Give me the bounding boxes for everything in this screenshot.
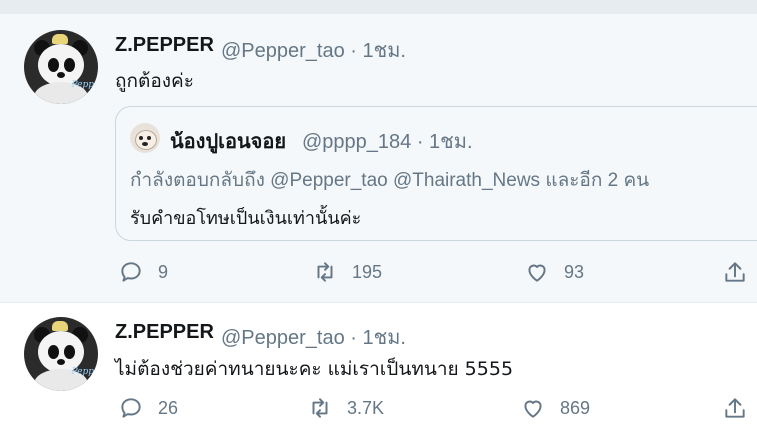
reply-count: 9 xyxy=(158,261,169,282)
like-count: 869 xyxy=(560,397,591,418)
quoted-avatar[interactable] xyxy=(130,123,160,153)
reply-icon xyxy=(121,262,141,282)
like-count: 93 xyxy=(564,261,585,282)
tweet-handle-time[interactable]: @Pepper_tao · 1ชม. xyxy=(221,321,406,353)
quoted-tweet[interactable]: น้องปูเอนจอย @pppp_184 · 1ชม. กำลังตอบกล… xyxy=(115,106,757,241)
retweet-icon xyxy=(317,262,333,282)
tweet-handle-time[interactable]: @Pepper_tao · 1ชม. xyxy=(221,34,406,66)
avatar[interactable]: Pepp xyxy=(24,317,98,391)
quoted-replying-to[interactable]: กำลังตอบกลับถึง @Pepper_tao @Thairath_Ne… xyxy=(130,165,649,195)
share-icon xyxy=(725,398,745,418)
tweet-text: ถูกต้องค่ะ xyxy=(115,70,194,92)
retweet-button[interactable]: 195 xyxy=(312,259,382,285)
reply-button[interactable]: 26 xyxy=(118,395,178,421)
heart-icon xyxy=(528,264,546,282)
reply-button[interactable]: 9 xyxy=(118,259,168,285)
like-button[interactable]: 869 xyxy=(520,395,590,421)
display-name[interactable]: Z.PEPPER xyxy=(115,321,214,344)
quoted-text: รับคำขอโทษเป็นเงินเท่านั้นค่ะ xyxy=(130,208,362,229)
heart-icon xyxy=(524,400,542,418)
retweet-count: 3.7K xyxy=(347,397,385,418)
avatar-hat xyxy=(52,321,68,331)
tweet[interactable]: Pepp Z.PEPPER @Pepper_tao · 1ชม. ถูกต้อง… xyxy=(0,14,757,302)
avatar[interactable]: Pepp xyxy=(24,30,98,104)
top-divider-bar xyxy=(0,0,757,14)
like-button[interactable]: 93 xyxy=(524,259,584,285)
tweet[interactable]: Pepp Z.PEPPER @Pepper_tao · 1ชม. ไม่ต้อง… xyxy=(0,302,757,436)
avatar-hat xyxy=(52,34,68,44)
quoted-display-name[interactable]: น้องปูเอนจอย xyxy=(170,125,286,157)
share-button[interactable] xyxy=(722,395,757,421)
share-button[interactable] xyxy=(722,259,757,285)
reply-icon xyxy=(121,398,141,418)
quoted-handle-time[interactable]: @pppp_184 · 1ชม. xyxy=(302,125,473,157)
display-name[interactable]: Z.PEPPER xyxy=(115,34,214,57)
tweet-text: ไม่ต้องช่วยค่าทนายนะคะ แม่เราเป็นทนาย 55… xyxy=(115,358,514,380)
retweet-count: 195 xyxy=(352,261,383,282)
retweet-button[interactable]: 3.7K xyxy=(307,395,384,421)
retweet-icon xyxy=(312,398,328,418)
share-icon xyxy=(725,262,745,282)
reply-count: 26 xyxy=(158,397,179,418)
